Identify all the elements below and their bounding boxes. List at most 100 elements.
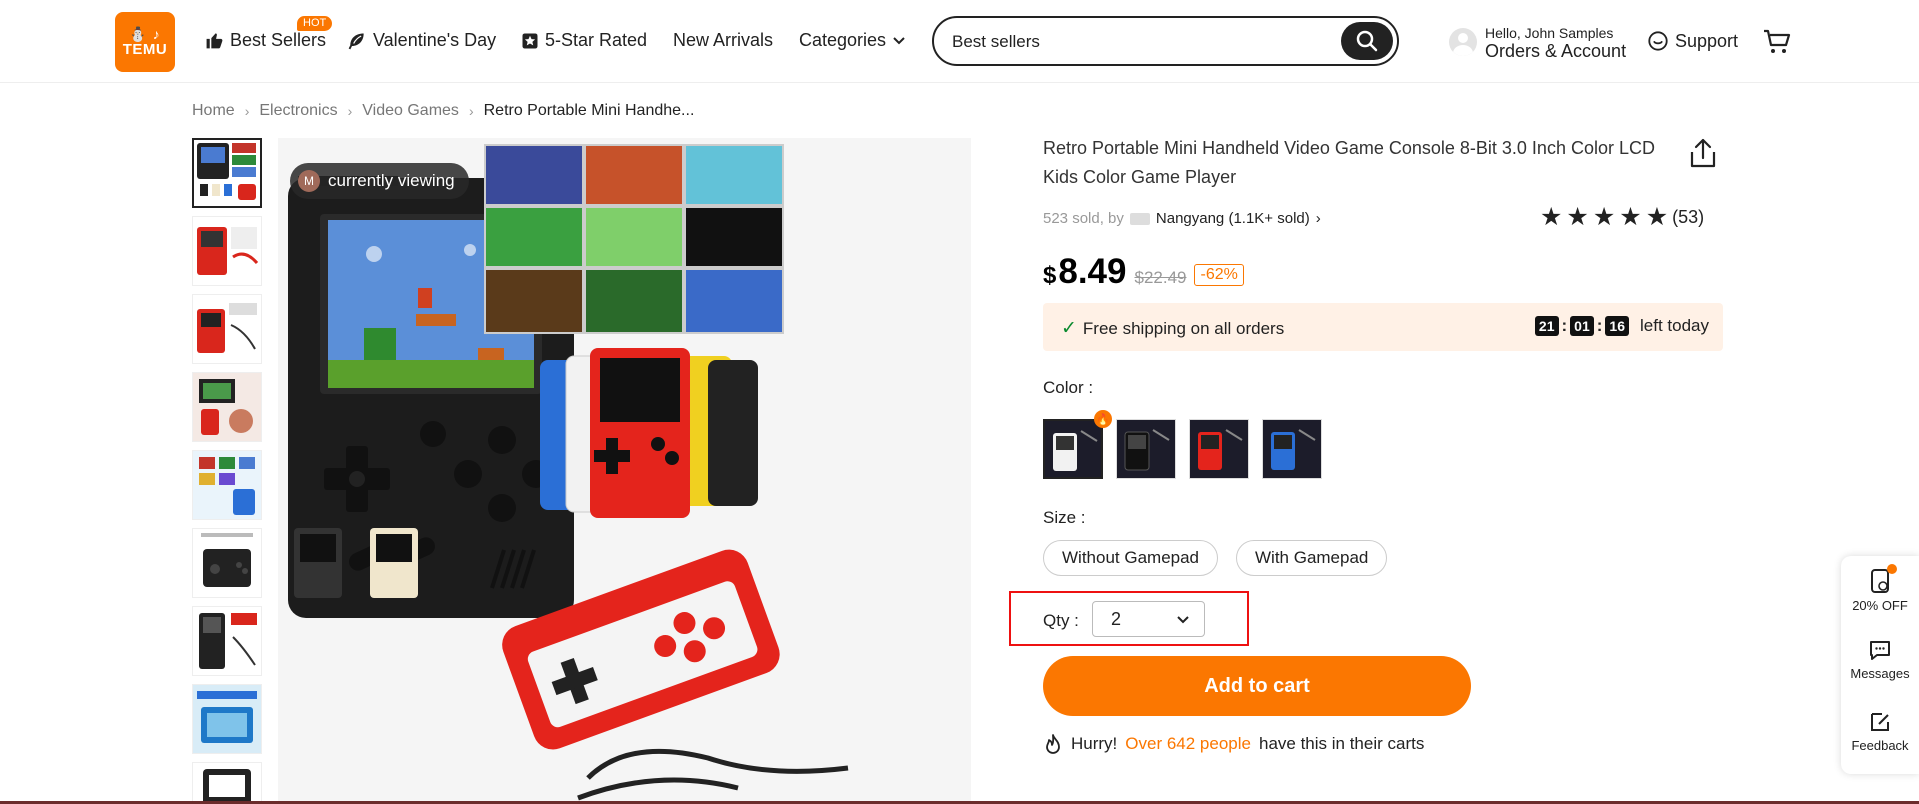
- avatar: [1449, 28, 1477, 56]
- temu-logo[interactable]: ⛄ ♪ TEMU: [115, 12, 175, 72]
- nav-valentines-day[interactable]: Valentine's Day: [347, 30, 496, 51]
- floating-side-panel: 20% OFF Messages Feedback: [1841, 556, 1919, 774]
- flame-icon: 🔥: [1094, 410, 1112, 428]
- star-icon: ★: [1592, 203, 1616, 231]
- search-icon: [1356, 30, 1378, 52]
- currently-viewing-label: currently viewing: [328, 171, 455, 190]
- flame-outline-icon: [1046, 734, 1060, 754]
- star-icon: ★: [1645, 203, 1669, 231]
- star-badge-icon: [522, 33, 538, 48]
- thumbnail-6[interactable]: [192, 528, 262, 598]
- countdown-timer: 21 : 01 : 16 left today: [1534, 316, 1709, 336]
- account-greeting: Hello, John Samples: [1485, 25, 1614, 41]
- messages-button[interactable]: Messages: [1841, 638, 1919, 681]
- logo-text: TEMU: [122, 41, 168, 58]
- current-price: 8.49: [1058, 252, 1127, 291]
- breadcrumb: Home › Electronics › Video Games › Retro…: [192, 102, 694, 120]
- support-chat-icon: [1648, 31, 1668, 51]
- quantity-select[interactable]: 2: [1092, 601, 1205, 637]
- price-row: $ 8.49 $22.49 -62%: [1043, 252, 1244, 292]
- search-bar[interactable]: Best sellers: [932, 16, 1399, 66]
- size-option-without-gamepad[interactable]: Without Gamepad: [1043, 540, 1219, 576]
- thumbnail-5[interactable]: [192, 450, 262, 520]
- product-title: Retro Portable Mini Handheld Video Game …: [1043, 138, 1655, 187]
- search-input[interactable]: Best sellers: [952, 32, 1040, 52]
- sold-info: 523 sold, by Nangyang (1.1K+ sold) ›: [1043, 210, 1321, 227]
- hurry-notice: Hurry! Over 642 people have this in thei…: [1043, 733, 1424, 755]
- chevron-down-icon: [1177, 616, 1189, 624]
- search-button[interactable]: [1341, 22, 1393, 60]
- discount-badge: -62%: [1194, 264, 1244, 286]
- original-price: $22.49: [1134, 268, 1187, 287]
- breadcrumb-home[interactable]: Home: [192, 102, 235, 120]
- sold-count: 523 sold, by: [1043, 210, 1124, 227]
- chevron-right-icon: ›: [468, 103, 474, 119]
- color-swatch-black[interactable]: [1116, 419, 1176, 479]
- color-swatch-white[interactable]: [1043, 419, 1103, 479]
- share-icon[interactable]: [1688, 138, 1718, 175]
- color-swatch-blue[interactable]: [1262, 419, 1322, 479]
- thumbnail-8[interactable]: [192, 684, 262, 754]
- chat-bubble-icon: [1870, 641, 1890, 660]
- chevron-down-icon: [893, 36, 905, 44]
- timer-seconds: 16: [1605, 316, 1629, 336]
- chevron-right-icon: ›: [347, 103, 353, 119]
- size-label: Size :: [1043, 508, 1086, 527]
- nav-five-star-label: 5-Star Rated: [545, 30, 648, 50]
- site-header: ⛄ ♪ TEMU Best Sellers HOT Valentine's Da…: [0, 0, 1919, 83]
- color-swatch-red[interactable]: [1189, 419, 1249, 479]
- discount-coupon-button[interactable]: 20% OFF: [1841, 568, 1919, 613]
- nav-categories-label: Categories: [799, 30, 887, 50]
- timer-minutes: 01: [1570, 316, 1594, 336]
- rating[interactable]: ★ ★ ★ ★ ★ (53): [1540, 205, 1704, 230]
- add-to-cart-button[interactable]: Add to cart: [1043, 656, 1471, 716]
- thumbs-up-icon: [206, 33, 223, 49]
- thumbnail-7[interactable]: [192, 606, 262, 676]
- main-product-image[interactable]: M currently viewing: [278, 138, 971, 804]
- shipping-banner: ✓ Free shipping on all orders 21 : 01 : …: [1043, 303, 1723, 351]
- star-icon: ★: [1566, 203, 1589, 231]
- logo-glyphs-icon: ⛄ ♪: [129, 26, 161, 42]
- free-shipping-text: Free shipping on all orders: [1082, 318, 1285, 338]
- nav-valentines-label: Valentine's Day: [373, 30, 497, 50]
- store-logo-icon: [1129, 212, 1150, 225]
- cart-icon[interactable]: [1763, 29, 1791, 60]
- breadcrumb-electronics[interactable]: Electronics: [259, 102, 337, 120]
- thumbnail-strip: [192, 138, 264, 804]
- support-label: Support: [1675, 30, 1739, 51]
- orders-account-link[interactable]: Orders & Account: [1485, 42, 1626, 60]
- size-option-with-gamepad[interactable]: With Gamepad: [1236, 540, 1388, 576]
- rating-count: (53): [1672, 207, 1705, 227]
- thumbnail-4[interactable]: [192, 372, 262, 442]
- leaf-hand-icon: [348, 33, 364, 49]
- seller-link[interactable]: Nangyang (1.1K+ sold): [1156, 210, 1310, 227]
- qty-label: Qty :: [1043, 611, 1079, 630]
- star-icon: ★: [1540, 203, 1563, 231]
- hurry-label: Hurry!: [1071, 734, 1118, 753]
- thumbnail-3[interactable]: [192, 294, 262, 364]
- nav-best-sellers[interactable]: Best Sellers: [205, 30, 326, 51]
- discount-label: 20% OFF: [1852, 598, 1908, 613]
- thumbnail-9[interactable]: [192, 762, 262, 804]
- chevron-right-icon: ›: [1315, 210, 1321, 227]
- breadcrumb-current: Retro Portable Mini Handhe...: [483, 102, 695, 119]
- star-icon: ★: [1619, 203, 1642, 231]
- nav-new-arrivals-label: New Arrivals: [673, 30, 774, 50]
- thumbnail-2[interactable]: [192, 216, 262, 286]
- nav-new-arrivals[interactable]: New Arrivals: [673, 30, 773, 51]
- breadcrumb-video-games[interactable]: Video Games: [362, 102, 459, 120]
- chevron-right-icon: ›: [244, 103, 250, 119]
- feedback-button[interactable]: Feedback: [1841, 710, 1919, 753]
- product-photo-image: [278, 138, 971, 804]
- price-currency: $: [1043, 262, 1057, 289]
- notification-dot: [1887, 564, 1897, 574]
- nav-categories[interactable]: Categories: [799, 30, 906, 51]
- thumbnail-1[interactable]: [192, 138, 262, 208]
- quantity-value: 2: [1111, 608, 1122, 629]
- nav-five-star-rated[interactable]: 5-Star Rated: [521, 30, 647, 51]
- checkmark-icon: ✓: [1061, 318, 1077, 339]
- feedback-label: Feedback: [1851, 738, 1909, 753]
- support-link[interactable]: Support: [1647, 30, 1738, 52]
- messages-label: Messages: [1850, 666, 1910, 681]
- account-menu[interactable]: Hello, John Samples Orders & Account: [1449, 24, 1626, 60]
